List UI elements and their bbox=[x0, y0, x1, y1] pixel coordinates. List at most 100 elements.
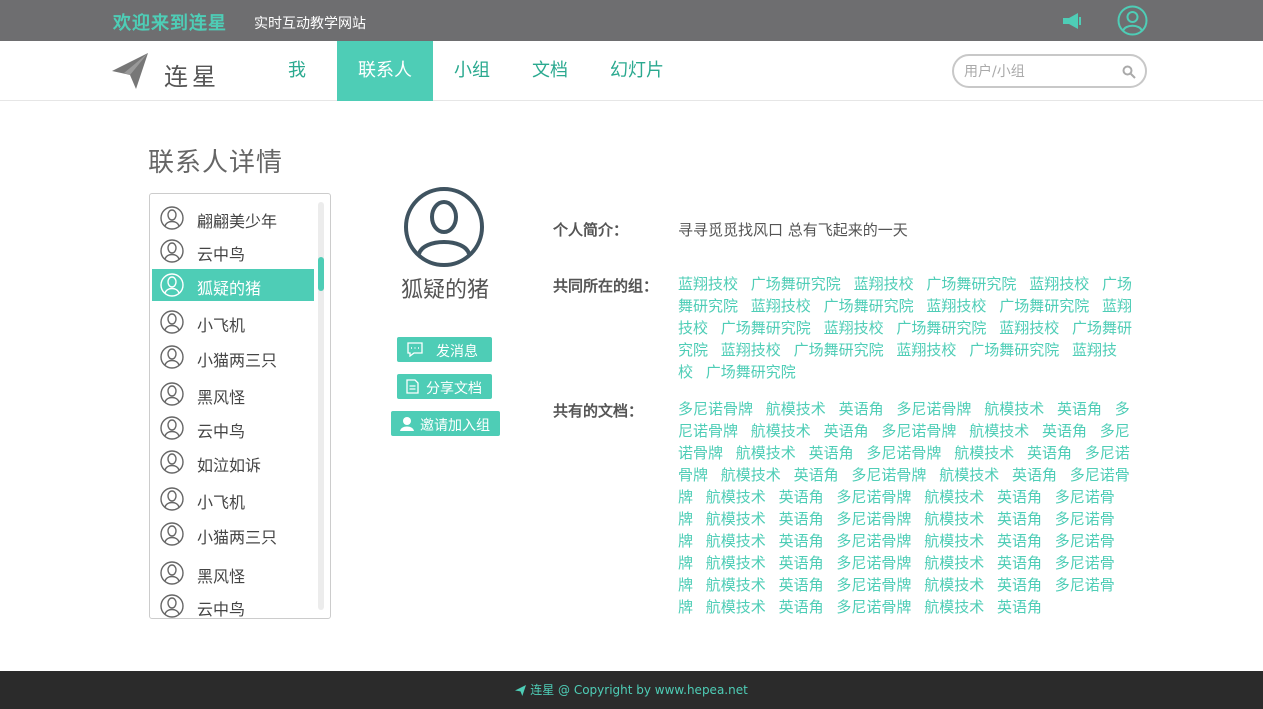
group-link[interactable]: 蓝翔技校 bbox=[751, 297, 811, 315]
document-link[interactable]: 航模技术 bbox=[706, 532, 766, 550]
group-link[interactable]: 广场舞研究院 bbox=[721, 319, 811, 337]
document-link[interactable]: 英语角 bbox=[779, 598, 824, 616]
document-link[interactable]: 航模技术 bbox=[766, 400, 826, 418]
document-link[interactable]: 英语角 bbox=[997, 532, 1042, 550]
document-link[interactable]: 多尼诺骨牌 bbox=[866, 444, 941, 462]
document-link[interactable]: 英语角 bbox=[779, 576, 824, 594]
document-link[interactable]: 多尼诺骨牌 bbox=[896, 400, 971, 418]
group-link[interactable]: 广场舞研究院 bbox=[896, 319, 986, 337]
document-link[interactable]: 多尼诺骨牌 bbox=[836, 510, 911, 528]
group-link[interactable]: 蓝翔技校 bbox=[678, 275, 738, 293]
invite-to-group-button[interactable]: 邀请加入组 bbox=[391, 411, 500, 436]
group-link[interactable]: 广场舞研究院 bbox=[794, 341, 884, 359]
nav-documents[interactable]: 文档 bbox=[524, 41, 576, 101]
contact-item[interactable]: 小飞机 bbox=[152, 483, 314, 515]
nav-contacts[interactable]: 联系人 bbox=[337, 41, 433, 101]
document-link[interactable]: 英语角 bbox=[839, 400, 884, 418]
contact-item[interactable]: 翩翩美少年 bbox=[152, 202, 314, 234]
document-link[interactable]: 英语角 bbox=[997, 510, 1042, 528]
contact-item[interactable]: 狐疑的猪 bbox=[152, 269, 314, 301]
document-link[interactable]: 英语角 bbox=[1012, 466, 1057, 484]
document-link[interactable]: 英语角 bbox=[779, 532, 824, 550]
document-link[interactable]: 英语角 bbox=[997, 554, 1042, 572]
group-link[interactable]: 广场舞研究院 bbox=[706, 363, 796, 381]
document-link[interactable]: 多尼诺骨牌 bbox=[836, 554, 911, 572]
document-link[interactable]: 英语角 bbox=[779, 554, 824, 572]
document-link[interactable]: 航模技术 bbox=[924, 576, 984, 594]
document-link[interactable]: 多尼诺骨牌 bbox=[678, 400, 753, 418]
document-link[interactable]: 多尼诺骨牌 bbox=[836, 532, 911, 550]
document-link[interactable]: 航模技术 bbox=[924, 554, 984, 572]
megaphone-icon[interactable] bbox=[1061, 11, 1083, 31]
group-link[interactable]: 广场舞研究院 bbox=[824, 297, 914, 315]
document-link[interactable]: 航模技术 bbox=[924, 510, 984, 528]
document-link[interactable]: 航模技术 bbox=[924, 488, 984, 506]
contact-item[interactable]: 如泣如诉 bbox=[152, 446, 314, 478]
nav-groups[interactable]: 小组 bbox=[446, 41, 498, 101]
user-icon[interactable] bbox=[1117, 5, 1148, 36]
document-link[interactable]: 多尼诺骨牌 bbox=[836, 576, 911, 594]
document-link[interactable]: 航模技术 bbox=[706, 576, 766, 594]
document-link[interactable]: 英语角 bbox=[997, 488, 1042, 506]
document-link[interactable]: 航模技术 bbox=[706, 510, 766, 528]
document-link[interactable]: 航模技术 bbox=[924, 532, 984, 550]
document-link[interactable]: 航模技术 bbox=[706, 488, 766, 506]
nav-slides[interactable]: 幻灯片 bbox=[604, 41, 670, 101]
document-link[interactable]: 航模技术 bbox=[721, 466, 781, 484]
document-link[interactable]: 航模技术 bbox=[954, 444, 1014, 462]
document-link[interactable]: 多尼诺骨牌 bbox=[881, 422, 956, 440]
group-link[interactable]: 蓝翔技校 bbox=[896, 341, 956, 359]
document-link[interactable]: 英语角 bbox=[794, 466, 839, 484]
search-input[interactable] bbox=[964, 62, 1114, 82]
group-link[interactable]: 广场舞研究院 bbox=[751, 275, 841, 293]
document-link[interactable]: 航模技术 bbox=[751, 422, 811, 440]
document-link[interactable]: 英语角 bbox=[779, 488, 824, 506]
document-link[interactable]: 航模技术 bbox=[706, 598, 766, 616]
group-link[interactable]: 广场舞研究院 bbox=[999, 297, 1089, 315]
group-link[interactable]: 蓝翔技校 bbox=[854, 275, 914, 293]
group-link[interactable]: 蓝翔技校 bbox=[926, 297, 986, 315]
nav-me[interactable]: 我 bbox=[273, 41, 321, 101]
group-link[interactable]: 蓝翔技校 bbox=[1029, 275, 1089, 293]
document-link[interactable]: 英语角 bbox=[779, 510, 824, 528]
share-document-button[interactable]: 分享文档 bbox=[397, 374, 492, 399]
contact-item[interactable]: 云中鸟 bbox=[152, 590, 314, 618]
group-link[interactable]: 蓝翔技校 bbox=[824, 319, 884, 337]
search-icon[interactable] bbox=[1122, 65, 1136, 79]
contact-item[interactable]: 小猫两三只 bbox=[152, 518, 314, 550]
document-link[interactable]: 航模技术 bbox=[984, 400, 1044, 418]
group-link[interactable]: 蓝翔技校 bbox=[999, 319, 1059, 337]
paper-plane-icon[interactable] bbox=[110, 51, 150, 91]
document-link[interactable]: 航模技术 bbox=[969, 422, 1029, 440]
contact-item[interactable]: 黑风怪 bbox=[152, 378, 314, 410]
contact-item[interactable]: 小猫两三只 bbox=[152, 341, 314, 373]
document-link[interactable]: 英语角 bbox=[997, 598, 1042, 616]
group-link[interactable]: 蓝翔技校 bbox=[721, 341, 781, 359]
document-link[interactable]: 多尼诺骨牌 bbox=[836, 488, 911, 506]
document-link[interactable]: 航模技术 bbox=[706, 554, 766, 572]
scrollbar-thumb[interactable] bbox=[318, 257, 324, 291]
contact-name: 狐疑的猪 bbox=[197, 279, 262, 298]
contact-item[interactable]: 黑风怪 bbox=[152, 557, 314, 589]
document-link[interactable]: 英语角 bbox=[1027, 444, 1072, 462]
document-link[interactable]: 航模技术 bbox=[939, 466, 999, 484]
contact-item[interactable]: 云中鸟 bbox=[152, 235, 314, 267]
document-link[interactable]: 航模技术 bbox=[924, 598, 984, 616]
brand-name[interactable]: 连星 bbox=[164, 57, 220, 92]
document-link[interactable]: 英语角 bbox=[997, 576, 1042, 594]
group-link[interactable]: 广场舞研究院 bbox=[969, 341, 1059, 359]
document-link[interactable]: 英语角 bbox=[1057, 400, 1102, 418]
document-link[interactable]: 多尼诺骨牌 bbox=[851, 466, 926, 484]
shared-documents-list: 多尼诺骨牌 航模技术 英语角 多尼诺骨牌 航模技术 英语角 多尼诺骨牌 航模技术… bbox=[678, 398, 1134, 618]
send-message-button[interactable]: 发消息 bbox=[397, 337, 492, 362]
document-link[interactable]: 多尼诺骨牌 bbox=[836, 598, 911, 616]
document-link[interactable]: 航模技术 bbox=[736, 444, 796, 462]
contact-item[interactable]: 小飞机 bbox=[152, 306, 314, 338]
document-link[interactable]: 英语角 bbox=[824, 422, 869, 440]
user-icon bbox=[160, 345, 184, 369]
group-link[interactable]: 广场舞研究院 bbox=[926, 275, 1016, 293]
document-link[interactable]: 英语角 bbox=[809, 444, 854, 462]
contact-item[interactable]: 云中鸟 bbox=[152, 412, 314, 444]
contact-name: 小猫两三只 bbox=[197, 351, 278, 370]
document-link[interactable]: 英语角 bbox=[1042, 422, 1087, 440]
